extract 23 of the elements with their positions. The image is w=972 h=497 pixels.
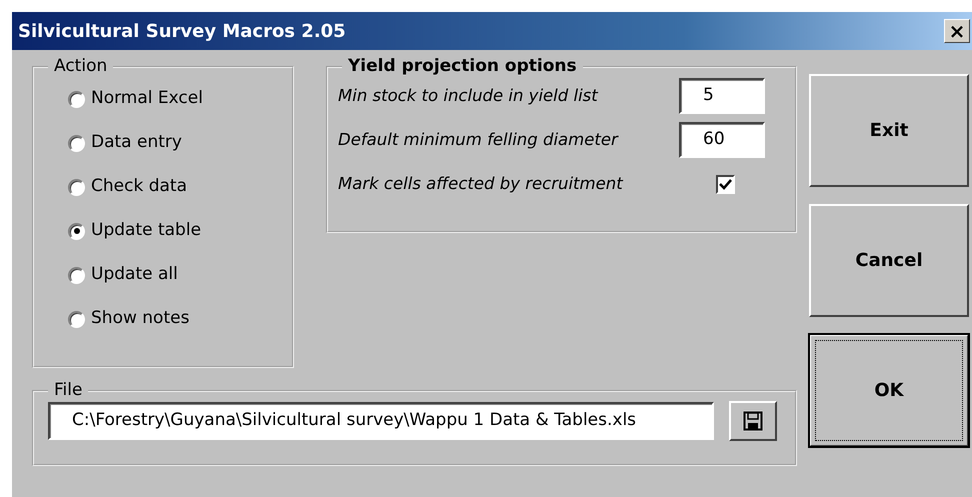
file-path-field[interactable]: C:\Forestry\Guyana\Silvicultural survey\Wappu 1 Data & Tables.xls xyxy=(48,402,714,440)
radio-option[interactable]: Update all xyxy=(68,253,292,297)
dialog-button[interactable]: OK xyxy=(809,334,969,447)
close-button[interactable]: × xyxy=(944,19,970,43)
dialog-button[interactable]: Cancel xyxy=(809,204,969,317)
group-label: Yield projection options xyxy=(347,58,578,75)
dialog-button[interactable]: Exit xyxy=(809,74,969,187)
window-title: Silvicultural Survey Macros 2.05 xyxy=(18,20,346,44)
field-label: Mark cells affected by recruitment xyxy=(338,172,623,195)
field-label: Default minimum felling diameter xyxy=(338,128,618,151)
radio-option[interactable]: Show notes xyxy=(68,297,292,341)
number-field[interactable]: 5 xyxy=(679,78,765,114)
save-icon xyxy=(743,411,763,431)
group-label: Action xyxy=(53,58,108,75)
group-label: File xyxy=(53,382,84,399)
field-label: Min stock to include in yield list xyxy=(338,84,598,107)
radio-option[interactable]: Normal Excel xyxy=(68,77,292,121)
radio-option[interactable]: Update table xyxy=(68,209,292,253)
save-button[interactable] xyxy=(729,401,777,441)
number-field[interactable]: 60 xyxy=(679,122,765,158)
radio-option[interactable]: Check data xyxy=(68,165,292,209)
radio-option[interactable]: Data entry xyxy=(68,121,292,165)
checkbox[interactable] xyxy=(716,174,735,194)
